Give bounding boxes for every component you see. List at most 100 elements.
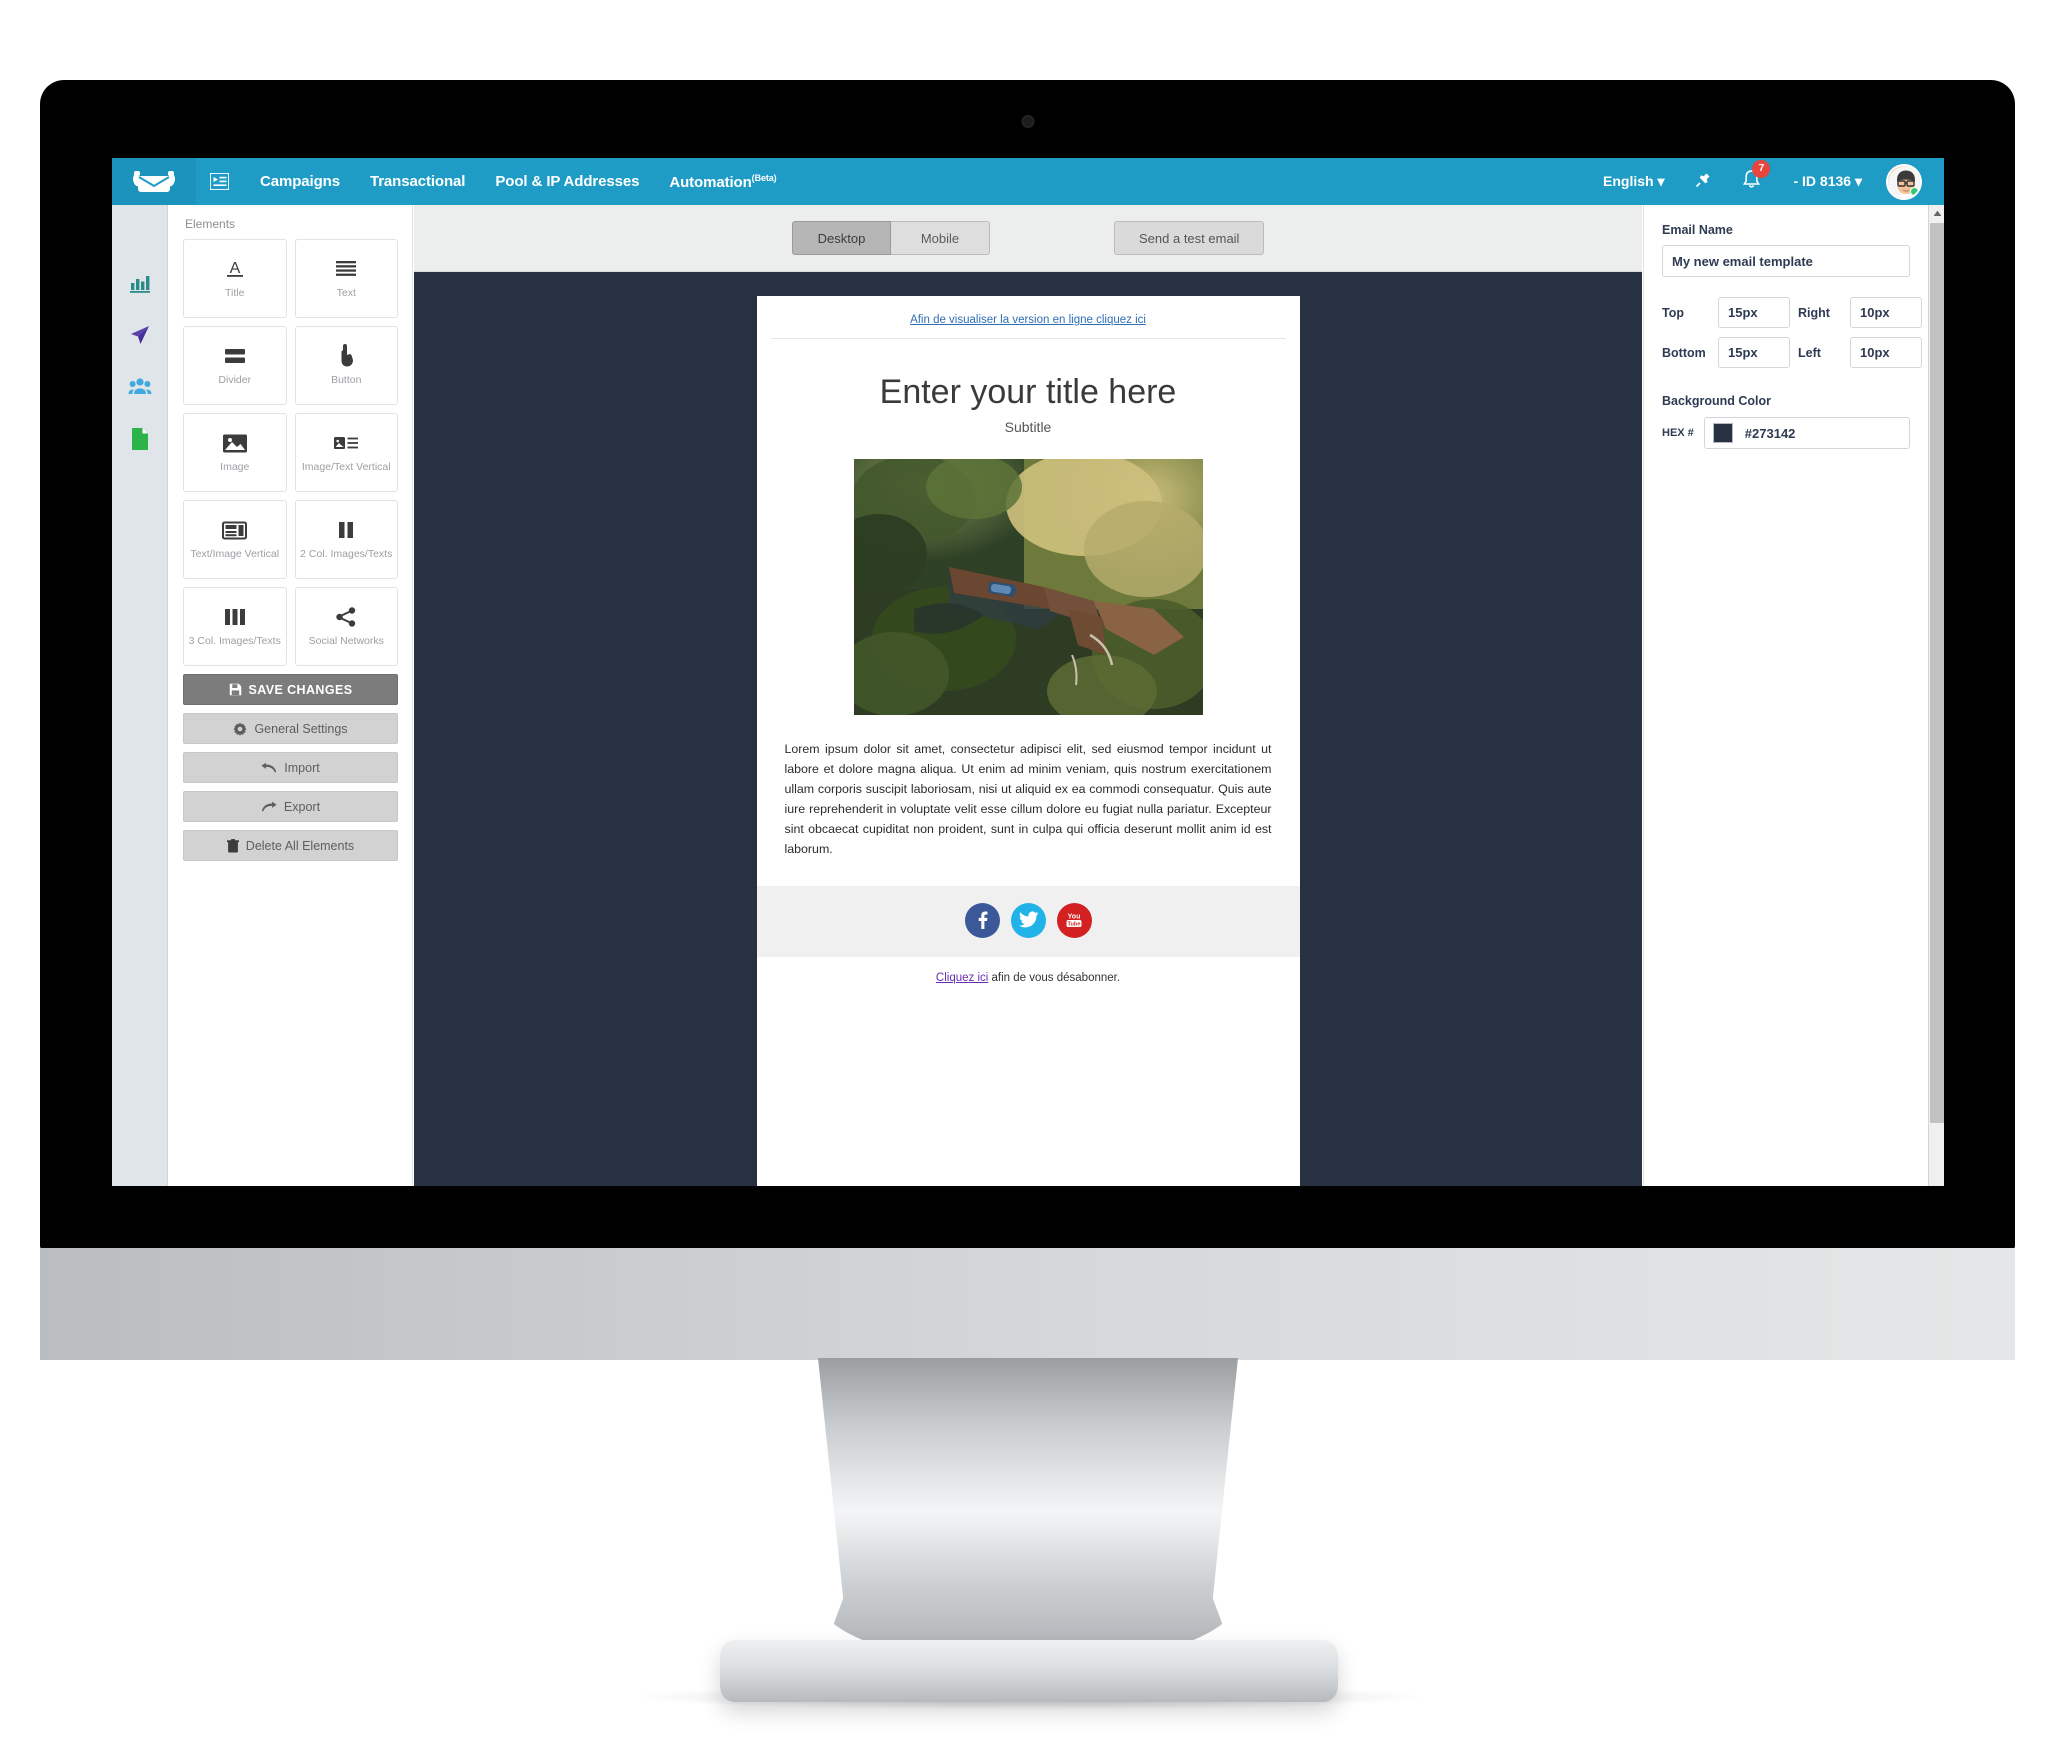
- element-card-2col-images-texts[interactable]: 2 Col. Images/Texts: [294, 500, 398, 579]
- element-card-title[interactable]: A Title: [183, 239, 287, 318]
- email-body-text[interactable]: Lorem ipsum dolor sit amet, consectetur …: [757, 715, 1300, 886]
- text-lines-icon: [334, 256, 358, 282]
- delete-all-elements-label: Delete All Elements: [245, 838, 355, 853]
- hex-label: HEX #: [1662, 427, 1694, 439]
- vertical-scrollbar[interactable]: [1928, 205, 1944, 1186]
- elements-grid: A Title Text Divider Button Image Image/…: [183, 239, 398, 666]
- unsubscribe-text: afin de vous désabonner.: [988, 971, 1121, 984]
- element-card-image-label: Image: [220, 461, 250, 474]
- nav-link-campaigns[interactable]: Campaigns: [260, 173, 340, 190]
- element-card-image[interactable]: Image: [183, 413, 287, 492]
- padding-top-input[interactable]: [1718, 297, 1790, 328]
- app-screen: Campaigns Transactional Pool & IP Addres…: [112, 158, 1944, 1186]
- svg-text:Tube: Tube: [1068, 922, 1081, 928]
- unsubscribe-link[interactable]: Cliquez ici: [936, 972, 988, 984]
- nav-link-transactional-label: Transactional: [369, 173, 466, 190]
- element-card-3col-images-texts[interactable]: 3 Col. Images/Texts: [183, 587, 287, 666]
- export-button[interactable]: Export: [183, 791, 398, 822]
- email-subtitle[interactable]: Subtitle: [757, 412, 1300, 435]
- scrollbar-thumb[interactable]: [1930, 223, 1944, 1123]
- account-id-label: - ID 8136: [1793, 173, 1852, 189]
- campaign-send-icon[interactable]: [112, 309, 168, 361]
- send-test-email-button[interactable]: Send a test email: [1114, 221, 1265, 255]
- import-label: Import: [284, 760, 320, 775]
- color-swatch[interactable]: [1712, 423, 1733, 443]
- email-canvas: Afin de visualiser la version en ligne c…: [414, 272, 1642, 1186]
- email-document: Afin de visualiser la version en ligne c…: [756, 296, 1300, 1186]
- nav-link-pool-ip-addresses[interactable]: Pool & IP Addresses: [495, 173, 639, 190]
- hex-color-field[interactable]: #273142: [1703, 417, 1910, 449]
- notifications-button[interactable]: 7: [1742, 159, 1771, 195]
- element-card-2col-images-texts-label: 2 Col. Images/Texts: [300, 548, 393, 561]
- delete-all-elements-button[interactable]: Delete All Elements: [183, 830, 398, 861]
- padding-bottom-input[interactable]: [1718, 337, 1790, 368]
- email-title[interactable]: Enter your title here: [757, 339, 1300, 412]
- online-status-dot: [1910, 186, 1919, 196]
- aerial-forest-bridge-photo[interactable]: [853, 459, 1203, 715]
- element-card-text[interactable]: Text: [294, 239, 398, 318]
- general-settings-label: General Settings: [254, 721, 348, 736]
- elements-panel: Elements A Title Text Divider Button Ima…: [169, 205, 413, 1186]
- monitor-stand-foot: [720, 1640, 1338, 1702]
- email-name-label: Email Name: [1662, 223, 1733, 237]
- padding-right-input[interactable]: [1850, 297, 1922, 328]
- element-card-text-image-vertical-label: Text/Image Vertical: [190, 548, 280, 561]
- monitor-stand-neck: [818, 1358, 1238, 1666]
- text-image-icon: [222, 517, 248, 543]
- scroll-up-arrow[interactable]: [1929, 205, 1944, 222]
- svg-text:A: A: [229, 260, 240, 277]
- email-name-input[interactable]: [1662, 245, 1910, 277]
- view-mode-switch: Desktop Mobile: [792, 221, 990, 255]
- trash-icon: [226, 838, 239, 852]
- nav-link-campaigns-label: Campaigns: [260, 173, 340, 190]
- element-card-image-text-vertical[interactable]: Image/Text Vertical: [294, 413, 398, 492]
- view-online-link[interactable]: Afin de visualiser la version en ligne c…: [910, 314, 1146, 326]
- settings-panel: Email Name Top Right Bottom Left Backgro…: [1643, 205, 1928, 1186]
- general-settings-button[interactable]: General Settings: [183, 713, 398, 744]
- youtube-icon[interactable]: You Tube: [1056, 902, 1092, 938]
- elements-panel-title: Elements: [185, 217, 236, 231]
- twitter-icon[interactable]: [1010, 902, 1046, 938]
- element-card-button[interactable]: Button: [294, 326, 398, 405]
- workspace: Desktop Mobile Send a test email Afin de…: [414, 205, 1642, 1186]
- facebook-icon[interactable]: [964, 902, 1000, 938]
- element-card-social-networks[interactable]: Social Networks: [294, 587, 398, 666]
- element-card-divider[interactable]: Divider: [183, 326, 287, 405]
- pin-icon[interactable]: [1694, 171, 1712, 192]
- webcam-icon: [1021, 115, 1034, 128]
- account-id-selector[interactable]: - ID 8136 ▾: [1793, 173, 1862, 190]
- padding-left-label: Left: [1798, 345, 1821, 360]
- navbar-right-group: English ▾ 7 - ID 8136 ▾: [1587, 159, 1944, 200]
- email-image-block[interactable]: [757, 435, 1300, 715]
- element-card-image-text-vertical-label: Image/Text Vertical: [301, 461, 391, 474]
- nav-link-automation[interactable]: Automation(Beta): [669, 173, 776, 191]
- element-card-text-image-vertical[interactable]: Text/Image Vertical: [183, 500, 287, 579]
- padding-bottom-label: Bottom: [1662, 345, 1706, 360]
- element-card-divider-label: Divider: [218, 374, 252, 387]
- nav-link-automation-label: Automation: [669, 173, 752, 191]
- svg-text:You: You: [1068, 914, 1081, 921]
- language-selector[interactable]: English ▾: [1603, 173, 1664, 190]
- hex-row: HEX # #273142: [1662, 417, 1910, 449]
- import-button[interactable]: Import: [183, 752, 398, 783]
- divider-bars-icon: [223, 343, 247, 369]
- email-preheader: Afin de visualiser la version en ligne c…: [757, 296, 1300, 338]
- statistics-icon[interactable]: [112, 257, 168, 309]
- view-mode-desktop[interactable]: Desktop: [792, 221, 891, 255]
- avatar[interactable]: [1886, 163, 1922, 200]
- hamburger-list-icon[interactable]: [210, 173, 229, 190]
- save-changes-button[interactable]: SAVE CHANGES: [183, 674, 398, 705]
- templates-icon[interactable]: [112, 413, 168, 465]
- view-mode-mobile[interactable]: Mobile: [891, 221, 990, 255]
- contacts-icon[interactable]: [112, 361, 168, 413]
- app-logo[interactable]: [112, 158, 196, 205]
- floppy-save-icon: [229, 683, 241, 696]
- hex-value: #273142: [1744, 425, 1796, 441]
- import-arrow-icon: [261, 762, 277, 772]
- image-text-icon: [333, 430, 359, 456]
- picture-icon: [222, 430, 248, 456]
- nav-link-transactional[interactable]: Transactional: [369, 173, 466, 190]
- three-column-icon: [223, 604, 247, 630]
- notification-count-badge: 7: [1752, 159, 1771, 178]
- padding-left-input[interactable]: [1850, 337, 1922, 368]
